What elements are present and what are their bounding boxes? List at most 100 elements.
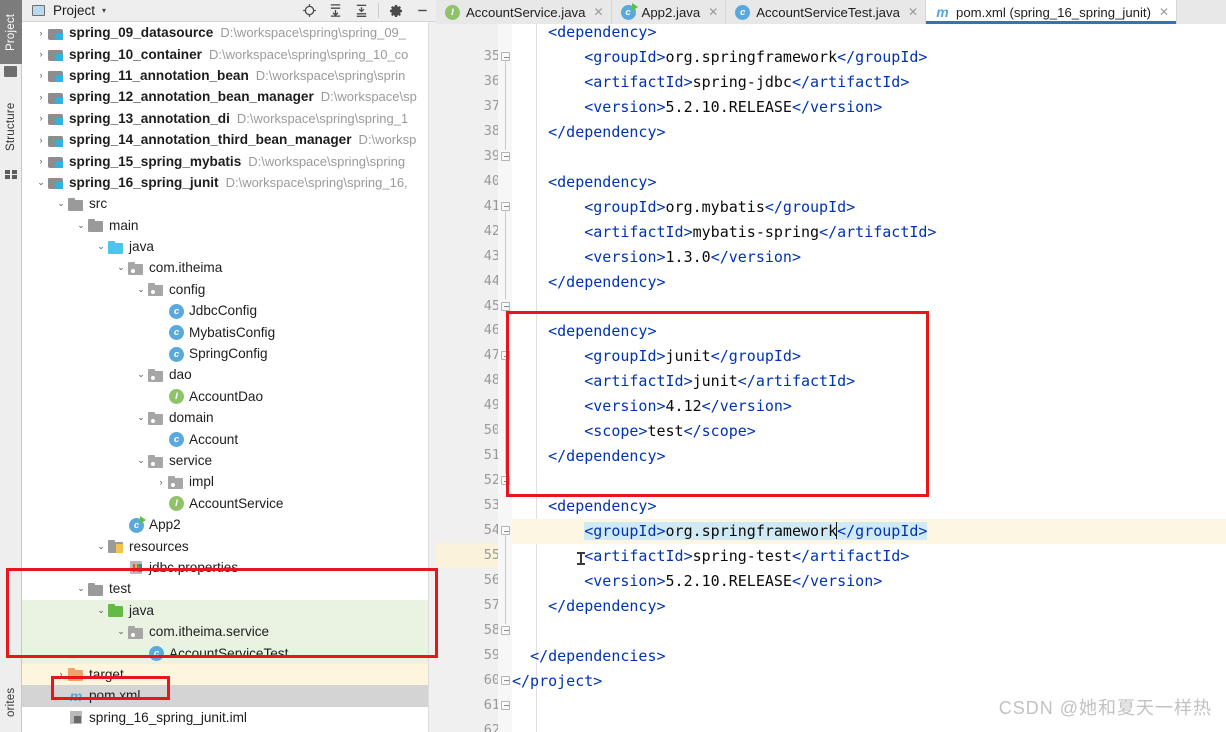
chevron-down-icon[interactable]: ⌄: [134, 412, 148, 423]
locate-icon[interactable]: [297, 1, 321, 21]
tree-node-spring-15-spring-mybatis[interactable]: ›spring_15_spring_mybatisD:\workspace\sp…: [22, 150, 436, 171]
code-line-56[interactable]: <artifactId>spring-test</artifactId>: [512, 544, 1226, 569]
tree-node-jdbc-properties[interactable]: jdbc.properties: [22, 557, 436, 578]
code-line-51[interactable]: <scope>test</scope>: [512, 419, 1226, 444]
chevron-down-icon[interactable]: ⌄: [134, 284, 148, 295]
tree-node-dao[interactable]: ⌄dao: [22, 364, 436, 385]
chevron-down-icon[interactable]: ⌄: [94, 241, 108, 252]
code-line-50[interactable]: <version>4.12</version>: [512, 394, 1226, 419]
code-line-58[interactable]: </dependency>: [512, 594, 1226, 619]
code-line-36[interactable]: <groupId>org.springframework</groupId>: [512, 45, 1226, 70]
tree-node-accountdao[interactable]: IAccountDao: [22, 386, 436, 407]
code-line-41[interactable]: <dependency>: [512, 170, 1226, 195]
code-line-39[interactable]: </dependency>: [512, 120, 1226, 145]
tool-tab-project[interactable]: Project: [0, 0, 22, 64]
tool-tab-favorites[interactable]: orites: [0, 672, 22, 732]
chevron-down-icon[interactable]: ⌄: [114, 262, 128, 273]
tree-node-jdbcconfig[interactable]: cJdbcConfig: [22, 300, 436, 321]
code-line-43[interactable]: <artifactId>mybatis-spring</artifactId>: [512, 220, 1226, 245]
close-icon[interactable]: ✕: [908, 5, 918, 19]
chevron-down-icon[interactable]: ⌄: [134, 369, 148, 380]
fold-toggle-58[interactable]: [501, 626, 510, 635]
chevron-right-icon[interactable]: ›: [34, 156, 48, 166]
close-icon[interactable]: ✕: [593, 5, 603, 19]
editor-fold-column[interactable]: [498, 24, 512, 732]
settings-gear-icon[interactable]: [384, 1, 408, 21]
tree-node-java[interactable]: ⌄java: [22, 600, 436, 621]
code-line-46[interactable]: [512, 294, 1226, 319]
chevron-right-icon[interactable]: ›: [34, 113, 48, 123]
tree-node-accountservicetest[interactable]: cAccountServiceTest: [22, 642, 436, 663]
tree-node-main[interactable]: ⌄main: [22, 215, 436, 236]
tree-node-spring-16-spring-junit[interactable]: ⌄spring_16_spring_junitD:\workspace\spri…: [22, 172, 436, 193]
fold-toggle-60[interactable]: [501, 676, 510, 685]
code-line-38[interactable]: <version>5.2.10.RELEASE</version>: [512, 95, 1226, 120]
chevron-right-icon[interactable]: ›: [34, 49, 48, 59]
fold-toggle-39[interactable]: [501, 152, 510, 161]
tree-node-domain[interactable]: ⌄domain: [22, 407, 436, 428]
code-line-57[interactable]: <version>5.2.10.RELEASE</version>: [512, 569, 1226, 594]
tree-node-mybatisconfig[interactable]: cMybatisConfig: [22, 321, 436, 342]
chevron-down-icon[interactable]: ⌄: [54, 198, 68, 209]
code-line-47[interactable]: <dependency>: [512, 319, 1226, 344]
chevron-right-icon[interactable]: ›: [154, 477, 168, 487]
chevron-right-icon[interactable]: ›: [34, 28, 48, 38]
tree-node-spring-13-annotation-di[interactable]: ›spring_13_annotation_diD:\workspace\spr…: [22, 108, 436, 129]
code-line-52[interactable]: </dependency>: [512, 444, 1226, 469]
code-line-48[interactable]: <groupId>junit</groupId>: [512, 344, 1226, 369]
chevron-down-icon[interactable]: ⌄: [114, 626, 128, 637]
tree-node-target[interactable]: ›target: [22, 664, 436, 685]
tree-node-service[interactable]: ⌄service: [22, 450, 436, 471]
code-line-54[interactable]: <dependency>: [512, 494, 1226, 519]
fold-toggle-61[interactable]: [501, 701, 510, 710]
code-line-59[interactable]: [512, 619, 1226, 644]
tree-node-com-itheima[interactable]: ⌄com.itheima: [22, 257, 436, 278]
tree-node-spring-10-container[interactable]: ›spring_10_containerD:\workspace\spring\…: [22, 43, 436, 64]
expand-all-icon[interactable]: [323, 1, 347, 21]
tree-node-pom-xml[interactable]: mpom.xml: [22, 685, 436, 706]
tree-node-spring-12-annotation-bean-manager[interactable]: ›spring_12_annotation_bean_managerD:\wor…: [22, 86, 436, 107]
code-line-49[interactable]: <artifactId>junit</artifactId>: [512, 369, 1226, 394]
code-line-42[interactable]: <groupId>org.mybatis</groupId>: [512, 195, 1226, 220]
chevron-down-icon[interactable]: ⌄: [94, 605, 108, 616]
editor-code-area[interactable]: <dependency> <groupId>org.springframewor…: [512, 24, 1226, 732]
chevron-down-icon[interactable]: ⌄: [94, 541, 108, 552]
chevron-down-icon[interactable]: ⌄: [134, 455, 148, 466]
code-line-44[interactable]: <version>1.3.0</version>: [512, 245, 1226, 270]
tree-node-accountservice[interactable]: IAccountService: [22, 493, 436, 514]
tree-node-config[interactable]: ⌄config: [22, 279, 436, 300]
tree-node-spring-16-spring-junit-iml[interactable]: spring_16_spring_junit.iml: [22, 707, 436, 728]
collapse-all-icon[interactable]: [349, 1, 373, 21]
close-icon[interactable]: ✕: [1159, 5, 1169, 19]
tree-node-spring-14-annotation-third-bean-manager[interactable]: ›spring_14_annotation_third_bean_manager…: [22, 129, 436, 150]
code-line-37[interactable]: <artifactId>spring-jdbc</artifactId>: [512, 70, 1226, 95]
code-line-53[interactable]: [512, 469, 1226, 494]
fold-toggle-45[interactable]: [501, 302, 510, 311]
chevron-right-icon[interactable]: ›: [34, 135, 48, 145]
project-panel-scrollbar[interactable]: [428, 22, 436, 732]
tree-node-test[interactable]: ⌄test: [22, 578, 436, 599]
chevron-down-icon[interactable]: ▾: [102, 6, 106, 15]
tree-node-account[interactable]: cAccount: [22, 428, 436, 449]
close-icon[interactable]: ✕: [708, 5, 718, 19]
code-line-35[interactable]: <dependency>: [512, 20, 1226, 45]
chevron-down-icon[interactable]: ⌄: [74, 220, 88, 231]
tree-node-springconfig[interactable]: cSpringConfig: [22, 343, 436, 364]
tree-node-spring-11-annotation-bean[interactable]: ›spring_11_annotation_beanD:\workspace\s…: [22, 65, 436, 86]
chevron-right-icon[interactable]: ›: [34, 92, 48, 102]
tree-node-src[interactable]: ⌄src: [22, 193, 436, 214]
tree-node-java[interactable]: ⌄java: [22, 236, 436, 257]
tree-node-impl[interactable]: ›impl: [22, 471, 436, 492]
tree-node-com-itheima-service[interactable]: ⌄com.itheima.service: [22, 621, 436, 642]
code-line-55[interactable]: <groupId>org.springframework</groupId>: [512, 519, 1226, 544]
chevron-down-icon[interactable]: ⌄: [34, 177, 48, 188]
chevron-right-icon[interactable]: ›: [54, 669, 68, 679]
code-line-40[interactable]: [512, 145, 1226, 170]
tree-node-external-libraries[interactable]: ›External Libraries: [22, 728, 436, 732]
tree-node-resources[interactable]: ⌄resources: [22, 535, 436, 556]
fold-toggle-52[interactable]: [501, 476, 510, 485]
tree-node-app2[interactable]: cApp2: [22, 514, 436, 535]
chevron-right-icon[interactable]: ›: [34, 70, 48, 80]
tree-node-spring-09-datasource[interactable]: ›spring_09_datasourceD:\workspace\spring…: [22, 22, 436, 43]
hide-window-icon[interactable]: [410, 1, 434, 21]
